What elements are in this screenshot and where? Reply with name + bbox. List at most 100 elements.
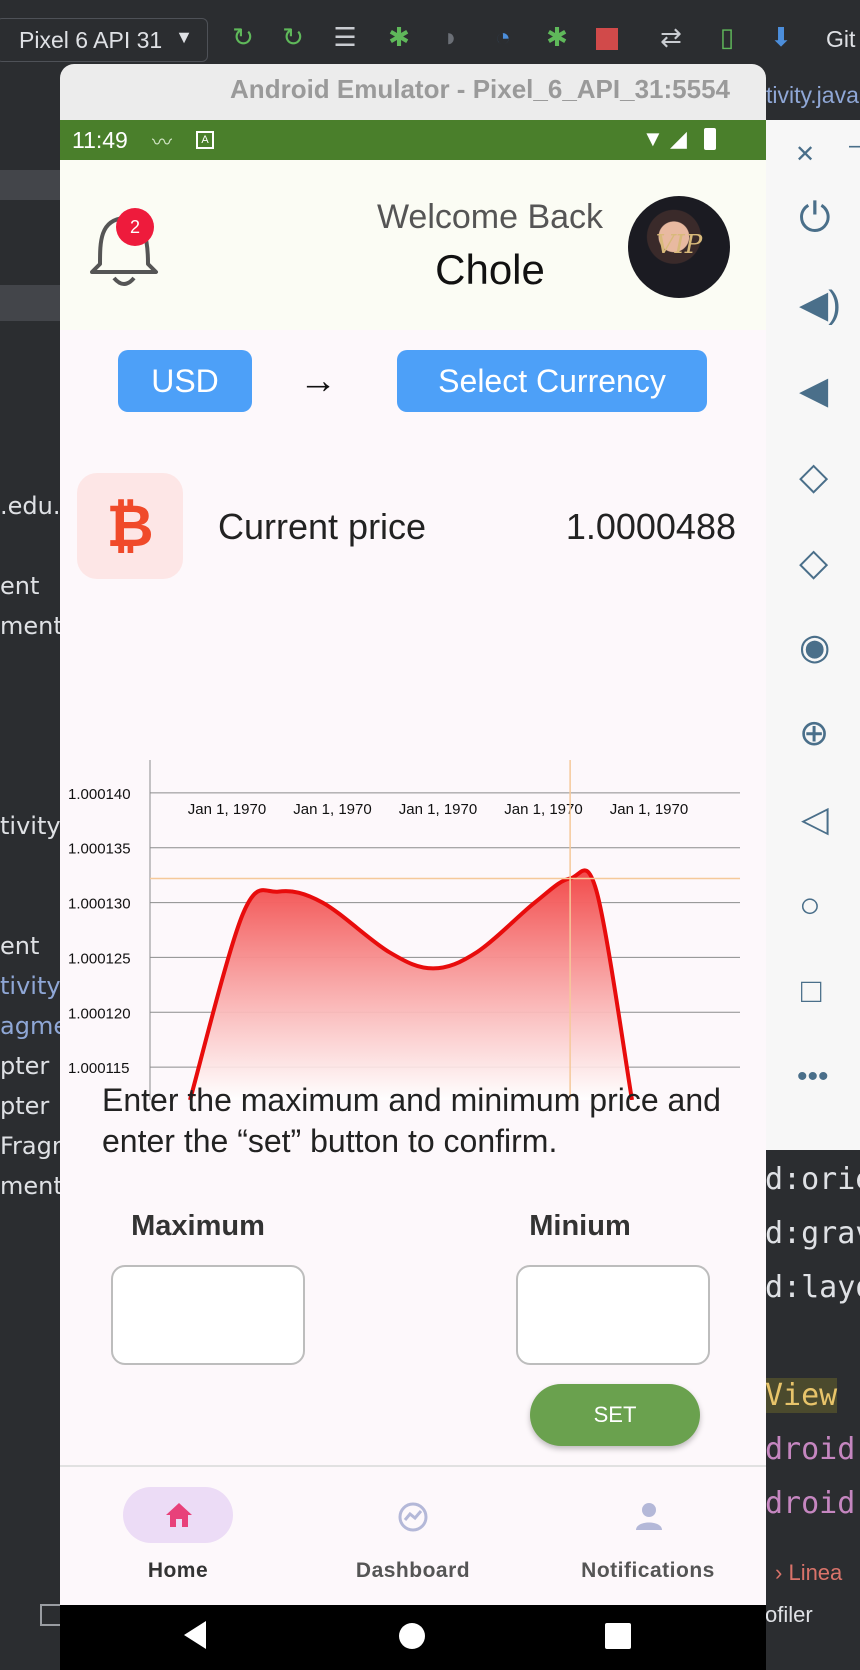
avatar[interactable]: VIP	[628, 196, 730, 298]
keyboard-a-icon: A	[196, 131, 214, 149]
x-tick-label: Jan 1, 1970	[504, 801, 582, 818]
device-manager-icon[interactable]: ▯	[712, 22, 742, 52]
ide-highlight-row	[0, 285, 62, 321]
nav-item-notifications[interactable]: Notifications	[548, 1487, 748, 1597]
app-header: 2 Welcome Back Chole VIP	[60, 160, 766, 330]
nav-label-dashboard: Dashboard	[355, 1559, 471, 1582]
chevron-down-icon: ▼	[175, 27, 193, 47]
current-price-value: 1.0000488	[565, 506, 736, 547]
avatar-vip-text: VIP	[655, 230, 703, 260]
status-bar: 11:49 〰 A ▼ ◢	[60, 120, 766, 160]
breadcrumb-item[interactable]: Linea	[788, 1560, 842, 1585]
camera-icon[interactable]: ◉	[799, 626, 830, 668]
y-tick-label: 1.000120	[68, 1005, 131, 1022]
project-item[interactable]: ment	[0, 612, 63, 640]
welcome-text: Welcome Back	[376, 198, 604, 236]
instructions-text: Enter the maximum and minimum price and …	[102, 1082, 721, 1159]
dashboard-icon	[398, 1502, 428, 1532]
git-menu[interactable]: Git	[826, 26, 855, 53]
person-icon	[636, 1503, 662, 1530]
y-tick-label: 1.000115	[68, 1060, 129, 1077]
x-tick-label: Jan 1, 1970	[610, 801, 688, 818]
rotate-left-icon[interactable]: ◇	[799, 454, 828, 499]
project-item[interactable]: ent	[0, 932, 39, 960]
more-icon[interactable]: •••	[797, 1060, 829, 1094]
x-tick-label: Jan 1, 1970	[188, 801, 266, 818]
series-area	[190, 870, 632, 1100]
nav-item-home[interactable]: Home	[78, 1487, 278, 1597]
signal-icon: ◢	[670, 126, 687, 151]
minimum-input[interactable]	[516, 1265, 710, 1365]
back-icon[interactable]: ◁	[801, 798, 829, 840]
coverage-icon[interactable]: ◗	[436, 22, 466, 52]
activity-icon: 〰	[152, 132, 172, 154]
profile-icon[interactable]: ◔	[488, 22, 518, 52]
project-item[interactable]: pter	[0, 1092, 49, 1120]
code-line: d:orie	[765, 1162, 860, 1197]
volume-up-icon[interactable]: ◀)	[799, 282, 841, 327]
select-currency-button[interactable]: Select Currency	[397, 350, 707, 412]
code-line: droid:	[765, 1432, 860, 1467]
battery-icon	[704, 128, 716, 150]
bitcoin-icon: ₿	[77, 473, 183, 579]
bottom-navigation: Home Dashboard Notifications	[60, 1465, 766, 1607]
y-tick-label: 1.000140	[68, 786, 131, 803]
arrow-right-icon: →	[299, 359, 337, 402]
code-line: droid:	[765, 1486, 860, 1521]
close-icon[interactable]: ✕	[795, 140, 815, 169]
volume-down-icon[interactable]: ◀	[799, 368, 828, 413]
attach-debugger-icon[interactable]: ✱	[542, 22, 572, 52]
device-selector[interactable]: Pixel 6 API 31 ▼	[0, 18, 208, 62]
notification-badge: 2	[116, 208, 154, 246]
project-item[interactable]: .edu.	[0, 492, 60, 520]
minimize-icon[interactable]: –	[849, 132, 860, 160]
home-icon	[166, 1503, 192, 1527]
emulator-title: Android Emulator - Pixel_6_API_31:5554	[230, 74, 730, 104]
rerun-icon[interactable]: ↻	[228, 22, 258, 52]
current-price-label: Current price	[218, 506, 427, 547]
system-navigation-bar	[60, 1605, 766, 1670]
code-line: d:layo	[765, 1270, 860, 1305]
sdk-manager-icon[interactable]: ⬇	[766, 22, 796, 52]
nav-label-home: Home	[147, 1559, 209, 1582]
device-label: Pixel 6 API 31	[19, 27, 163, 53]
ide-highlight-row	[0, 170, 62, 200]
power-icon[interactable]: ⏻	[799, 196, 831, 241]
apply-changes-icon[interactable]: ↻	[278, 22, 308, 52]
rotate-right-icon[interactable]: ◇	[799, 540, 828, 585]
system-back-icon[interactable]	[184, 1621, 206, 1649]
project-item[interactable]: ent	[0, 572, 39, 600]
emulator-side-toolbar: ✕ – ⏻ ◀) ◀ ◇ ◇ ◉ ⊕ ◁ ○ □ •••	[765, 120, 860, 1150]
maximum-input[interactable]	[111, 1265, 305, 1365]
breadcrumb: › Linea	[765, 1550, 860, 1590]
stop-icon[interactable]	[596, 28, 618, 50]
overview-icon[interactable]: □	[801, 972, 822, 1011]
list-icon[interactable]: ☰	[330, 22, 360, 52]
maximum-label: Maximum	[131, 1210, 265, 1242]
home-circle-icon[interactable]: ○	[799, 884, 821, 926]
debug-icon[interactable]: ✱	[384, 22, 414, 52]
project-item[interactable]: agme	[0, 1012, 68, 1040]
sync-icon[interactable]: ⇄	[656, 22, 686, 52]
y-tick-label: 1.000130	[68, 896, 131, 913]
zoom-icon[interactable]: ⊕	[799, 712, 829, 754]
username: Chole	[435, 246, 545, 293]
set-button[interactable]: SET	[530, 1384, 700, 1446]
editor-tab-right[interactable]: tivity.java	[766, 82, 859, 109]
x-tick-label: Jan 1, 1970	[293, 801, 371, 818]
code-line: d:grav	[765, 1216, 860, 1251]
profiler-tab[interactable]: ofiler	[765, 1602, 813, 1628]
project-item[interactable]: tivity	[0, 812, 61, 840]
from-currency-button[interactable]: USD	[118, 350, 252, 412]
nav-label-notifications: Notifications	[581, 1559, 715, 1582]
status-time: 11:49	[72, 127, 128, 153]
project-item[interactable]: pter	[0, 1052, 49, 1080]
project-item[interactable]: tivity	[0, 972, 61, 1000]
project-item[interactable]: ment	[0, 1172, 63, 1200]
wifi-icon: ▼	[642, 126, 664, 151]
code-line: View	[765, 1378, 838, 1413]
system-home-icon[interactable]	[399, 1623, 425, 1649]
system-overview-icon[interactable]	[605, 1623, 631, 1649]
nav-item-dashboard[interactable]: Dashboard	[313, 1487, 513, 1597]
app-screen: 2 Welcome Back Chole VIP USD → Select Cu…	[60, 160, 766, 1465]
